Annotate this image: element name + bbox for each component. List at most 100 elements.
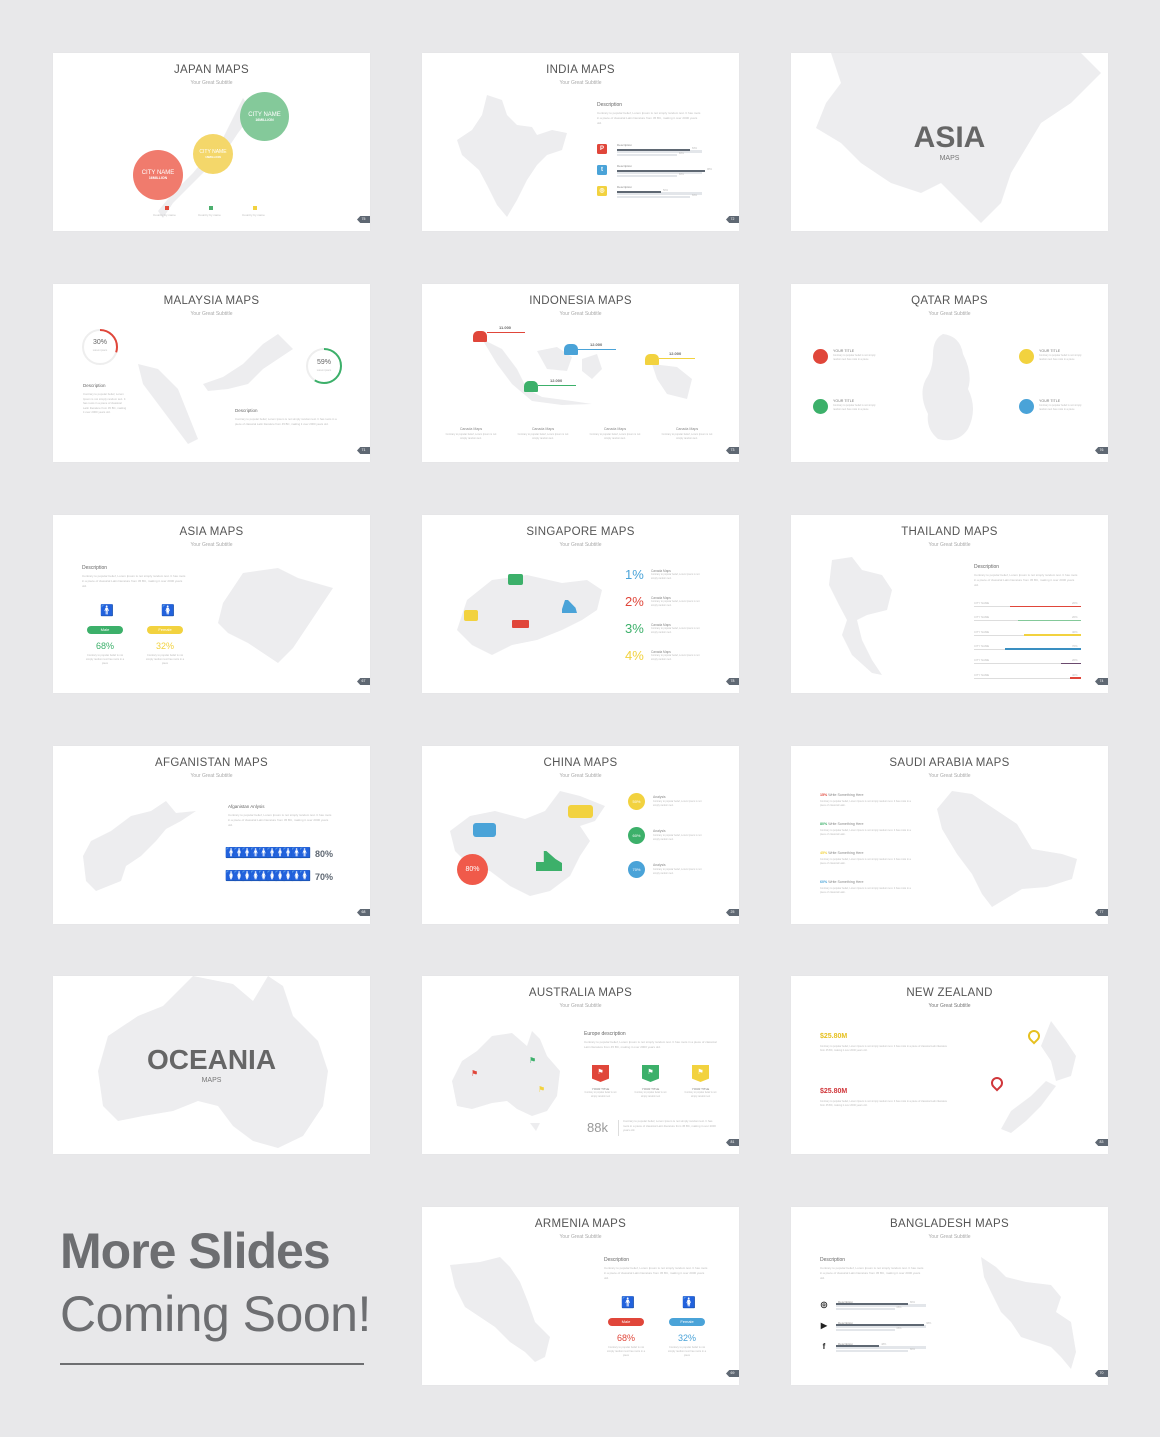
color-dot (1019, 399, 1034, 414)
flag-text: Contrary to popular belief is not simply… (584, 1092, 617, 1098)
item-text: Contrary to popular belief, Lorem Ipsum … (820, 800, 911, 807)
slide-title: INDIA MAPS (546, 64, 615, 76)
slide-asia-maps[interactable]: ASIA MAPS Your Great Subtitle Descriptio… (53, 515, 370, 693)
slide-subtitle: Your Great Subtitle (190, 311, 233, 317)
row-percentage: 80% (315, 849, 334, 859)
column-heading: Canada Maps (675, 427, 699, 431)
loader-icon (464, 610, 478, 621)
page-number: 75 (357, 216, 370, 223)
stat-text: Contrary to popular belief, Lorem Ipsum … (651, 654, 700, 661)
flag-text: Contrary to popular belief is not simply… (634, 1092, 667, 1098)
slide-bangladesh-maps[interactable]: BANGLADESH MAPS Your Great Subtitle Desc… (791, 1207, 1108, 1385)
female-percentage: 32% (677, 1333, 696, 1343)
stat-primary-value: 98% (707, 168, 713, 171)
cover-subtitle: MAPS (939, 155, 960, 162)
item-label-text: Write Something Here (828, 793, 864, 797)
column-heading: Canada Maps (459, 427, 483, 431)
legend-marker (165, 206, 169, 210)
money-value: $25.80M (820, 1088, 848, 1095)
slide-subtitle: Your Great Subtitle (559, 311, 602, 317)
slide-japan-maps[interactable]: JAPAN MAPS Your Great Subtitle CITY NAME… (53, 53, 370, 231)
stat-primary-value: 48% (881, 1343, 887, 1346)
page-number: 72 (726, 216, 739, 223)
person-icon: 🚹 (298, 848, 312, 859)
slide-subtitle: Your Great Subtitle (928, 1234, 971, 1240)
slide-oceania-cover[interactable]: OCEANIA MAPS (53, 976, 370, 1154)
stat-primary-value: 98% (926, 1322, 932, 1325)
stat-secondary-value: 83% (692, 194, 698, 197)
description-text: Contrary to popular belief, Lorem Ipsum … (820, 1266, 924, 1280)
bar-fill (1060, 662, 1081, 665)
slide-australia-maps[interactable]: AUSTRALIA MAPS Your Great Subtitle ⚑ ⚑ ⚑… (422, 976, 739, 1154)
page-number: 69 (726, 1370, 739, 1377)
color-dot (813, 399, 828, 414)
slide-afganistan-maps[interactable]: AFGANISTAN MAPS Your Great Subtitle Afga… (53, 746, 370, 924)
ring-caption: Lorem ipsum (316, 369, 332, 372)
slide-asia-cover[interactable]: ASIA MAPS (791, 53, 1108, 231)
stat-bar-secondary (836, 1329, 895, 1331)
analysis-text: Contrary to popular belief, Lorem Ipsum … (228, 813, 332, 827)
female-icon: 🚺 (682, 1297, 696, 1309)
column-text: Contrary to popular belief, Lorem Ipsum … (661, 433, 713, 440)
instagram-icon: ◎ (597, 186, 607, 196)
slide-malaysia-maps[interactable]: MALAYSIA MAPS Your Great Subtitle 30% Lo… (53, 284, 370, 462)
description-heading: Description (974, 564, 1000, 570)
marker-line (487, 332, 525, 333)
legend-marker (253, 206, 257, 210)
money-value: $25.80M (820, 1033, 848, 1040)
item-text: Contrary to popular belief is not simply… (1039, 354, 1082, 361)
slide-indonesia-maps[interactable]: INDONESIA MAPS Your Great Subtitle 73 11… (422, 284, 739, 462)
description-heading: Europe description (584, 1031, 626, 1037)
slide-armenia-maps[interactable]: ARMENIA MAPS Your Great Subtitle Descrip… (422, 1207, 739, 1385)
description-heading: Description (604, 1257, 630, 1263)
slide-singapore-maps[interactable]: SINGAPORE MAPS Your Great Subtitle 78 1%… (422, 515, 739, 693)
item-label: 80%Write Something Here (820, 822, 864, 826)
female-percentage: 32% (155, 641, 174, 651)
male-percentage: 68% (616, 1333, 635, 1343)
marker-line (538, 385, 576, 386)
bar-fill (1005, 648, 1081, 650)
male-percentage: 68% (95, 641, 114, 651)
description-text: Contrary to popular belief, Lorem Ipsum … (584, 1040, 717, 1049)
progress-ring (82, 329, 118, 365)
marker-value: 12.000 (669, 351, 682, 356)
row-percentage: 70% (315, 872, 334, 882)
slide-qatar-maps[interactable]: QATAR MAPS Your Great Subtitle 76 YOUR T… (791, 284, 1108, 462)
stat-text: Contrary to popular belief, Lorem Ipsum … (651, 573, 700, 580)
description-heading: Description (820, 1257, 846, 1263)
slide-new-zealand[interactable]: NEW ZEALAND Your Great Subtitle 83 $25.8… (791, 976, 1108, 1154)
flag-icon: ⚑ (538, 1085, 546, 1094)
description-heading: Description (82, 565, 108, 571)
people-icon (524, 381, 538, 392)
slide-india-maps[interactable]: INDIA MAPS Your Great Subtitle Descripti… (422, 53, 739, 231)
slide-thailand-maps[interactable]: THAILAND MAPS Your Great Subtitle Descri… (791, 515, 1108, 693)
color-dot (1019, 349, 1034, 364)
promo-title: More Slides (60, 1223, 331, 1279)
legend-label: Country by name (198, 213, 221, 217)
flag-icon: ⚑ (471, 1069, 479, 1078)
stat-label: Description (617, 164, 633, 168)
stat-value: 4% (625, 648, 644, 663)
description-text: Contrary to popular belief, Lorem Ipsum … (597, 111, 701, 125)
page-number: 68 (357, 909, 370, 916)
marker-value: 12.000 (590, 342, 603, 347)
slide-title: ARMENIA MAPS (534, 1218, 627, 1230)
armenia-map (450, 1257, 550, 1362)
bar-fill (1010, 605, 1081, 607)
description-text: Contrary to popular belief, Lorem Ipsum … (82, 574, 186, 588)
column-heading: Canada Maps (603, 427, 627, 431)
item-label-text: Write Something Here (828, 851, 864, 855)
slide-subtitle: Your Great Subtitle (190, 542, 233, 548)
legend-label: Country by name (242, 213, 265, 217)
stat-primary-value: 50% (663, 189, 669, 192)
slide-saudi-arabia-maps[interactable]: SAUDI ARABIA MAPS Your Great Subtitle 77… (791, 746, 1108, 924)
slide-china-maps[interactable]: CHINA MAPS Your Great Subtitle 80% 25 50… (422, 746, 739, 924)
firetruck-icon (512, 620, 529, 628)
pinterest-icon: P (597, 144, 607, 154)
instagram-icon: ◎ (820, 1300, 828, 1309)
cover-title: ASIA (913, 121, 986, 154)
item-value: 80% (820, 822, 828, 826)
column-text: Contrary to popular belief, Lorem Ipsum … (445, 433, 497, 440)
slide-subtitle: Your Great Subtitle (559, 1003, 602, 1009)
stat-bubble: 60% (628, 827, 645, 844)
